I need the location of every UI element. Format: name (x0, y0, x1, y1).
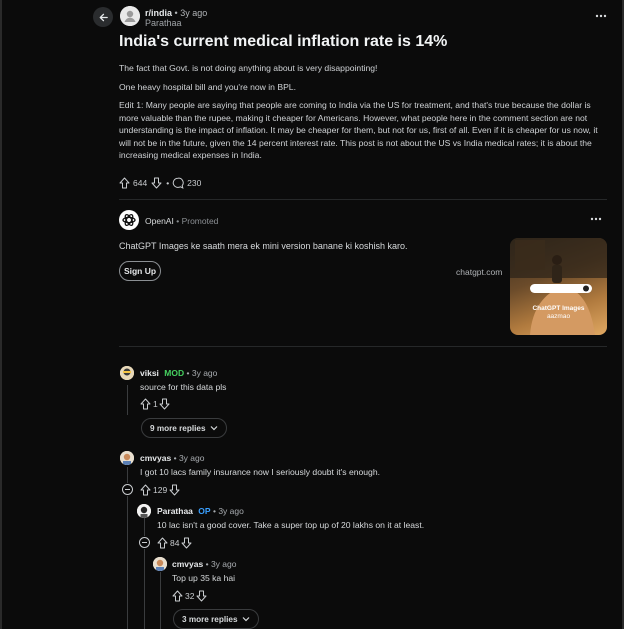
more-replies-button[interactable]: 3 more replies (173, 609, 259, 629)
op-badge: OP (198, 506, 211, 516)
user-avatar-icon (120, 366, 134, 380)
post-paragraph: One heavy hospital bill and you're now i… (119, 82, 296, 92)
comment-vote-count: 32 (185, 591, 195, 601)
downvote-icon[interactable] (169, 484, 180, 496)
subreddit-name[interactable]: r/india (145, 8, 172, 18)
downvote-icon[interactable] (159, 398, 170, 410)
chevron-down-icon (210, 426, 217, 431)
comment-header: cmvyas • 3y ago (172, 559, 237, 569)
post-meta: r/india • 3y ago (145, 8, 208, 18)
comment-vote-count: 1 (153, 399, 158, 409)
thread-line (127, 467, 128, 483)
avatar[interactable] (120, 366, 134, 380)
divider (119, 346, 607, 347)
comment-vote-bar: 32 (172, 590, 207, 602)
collapse-thread-button[interactable] (139, 537, 150, 548)
comment-vote-bar: 129 (140, 484, 180, 496)
back-button[interactable] (93, 7, 113, 27)
avatar[interactable] (153, 557, 167, 571)
chevron-down-icon (242, 617, 249, 622)
post-paragraph: Edit 1: Many people are saying that peop… (119, 100, 598, 160)
divider (119, 199, 607, 200)
comment-vote-count: 129 (153, 485, 168, 495)
mod-badge: MOD (164, 368, 185, 378)
ad-domain[interactable]: chatgpt.com (456, 267, 502, 277)
ad-text: ChatGPT Images ke saath mera ek mini ver… (119, 241, 408, 251)
thread-line (144, 549, 145, 629)
thread-line (127, 385, 128, 415)
thread-line (127, 496, 128, 629)
upvote-icon[interactable] (157, 537, 168, 549)
avatar[interactable] (120, 451, 134, 465)
user-avatar-icon (153, 557, 167, 571)
upvote-icon[interactable] (119, 177, 130, 189)
comment-text: I got 10 lacs family insurance now I ser… (140, 467, 381, 477)
comment-author[interactable]: cmvyas (172, 559, 203, 569)
post-comment-count: 230 (187, 178, 202, 188)
thread-line (144, 518, 145, 536)
comment-age: 3y ago (178, 453, 205, 463)
comment-vote-bar: 84 (157, 537, 192, 549)
collapse-thread-button[interactable] (122, 484, 133, 495)
comment-age: 3y ago (210, 559, 237, 569)
comment-text: Top up 35 ka hai (172, 573, 236, 583)
ad-image-caption: ChatGPT Images aazmao (532, 305, 585, 320)
upvote-icon[interactable] (172, 590, 183, 602)
downvote-icon[interactable] (196, 590, 207, 602)
advertiser-line: OpenAI • Promoted (145, 216, 219, 226)
post-paragraph: The fact that Govt. is not doing anythin… (119, 63, 378, 73)
post-page: r/india • 3y ago Parathaa India's curren… (0, 0, 624, 629)
comment-header: viksi MOD • 3y ago (140, 368, 218, 378)
ad-more-options-icon[interactable] (589, 214, 603, 224)
downvote-icon[interactable] (151, 177, 162, 189)
user-avatar-icon (120, 451, 134, 465)
promoted-label: Promoted (181, 216, 219, 226)
avatar[interactable] (137, 504, 151, 518)
post-title: India's current medical inflation rate i… (119, 33, 448, 50)
ad-image[interactable]: ChatGPT Images aazmao (510, 238, 607, 335)
upvote-icon[interactable] (140, 398, 151, 410)
comment-age: 3y ago (191, 368, 218, 378)
comment-author[interactable]: cmvyas (140, 453, 171, 463)
advertiser-name[interactable]: OpenAI (145, 216, 174, 226)
comment-vote-bar: 1 (140, 398, 170, 410)
comment-author[interactable]: Parathaa (157, 506, 193, 516)
sign-up-button[interactable]: Sign Up (119, 261, 161, 281)
subreddit-avatar[interactable] (120, 6, 140, 26)
downvote-icon[interactable] (181, 537, 192, 549)
post-action-bar: 644 • 230 (119, 177, 201, 189)
post-age: 3y ago (180, 8, 208, 18)
thread-line (160, 572, 161, 629)
advertiser-avatar[interactable] (119, 210, 139, 230)
comment-author[interactable]: viksi (140, 368, 159, 378)
openai-logo-icon (122, 213, 136, 227)
comment-icon[interactable] (172, 177, 184, 189)
post-author[interactable]: Parathaa (145, 18, 182, 28)
more-replies-button[interactable]: 9 more replies (141, 418, 227, 438)
upvote-icon[interactable] (140, 484, 151, 496)
post-vote-count: 644 (133, 178, 148, 188)
comment-vote-count: 84 (170, 538, 180, 548)
comment-age: 3y ago (218, 506, 244, 516)
user-avatar-icon (137, 504, 151, 518)
comment-text: 10 lac isn't a good cover. Take a super … (157, 520, 425, 530)
more-options-icon[interactable] (594, 10, 608, 22)
comment-text: source for this data pls (140, 382, 227, 392)
comment-header: cmvyas • 3y ago (140, 453, 205, 463)
arrow-left-icon (99, 13, 108, 21)
subreddit-logo-icon (120, 6, 140, 26)
comment-header: Parathaa OP • 3y ago (157, 506, 244, 516)
window-edge-left (0, 0, 2, 629)
